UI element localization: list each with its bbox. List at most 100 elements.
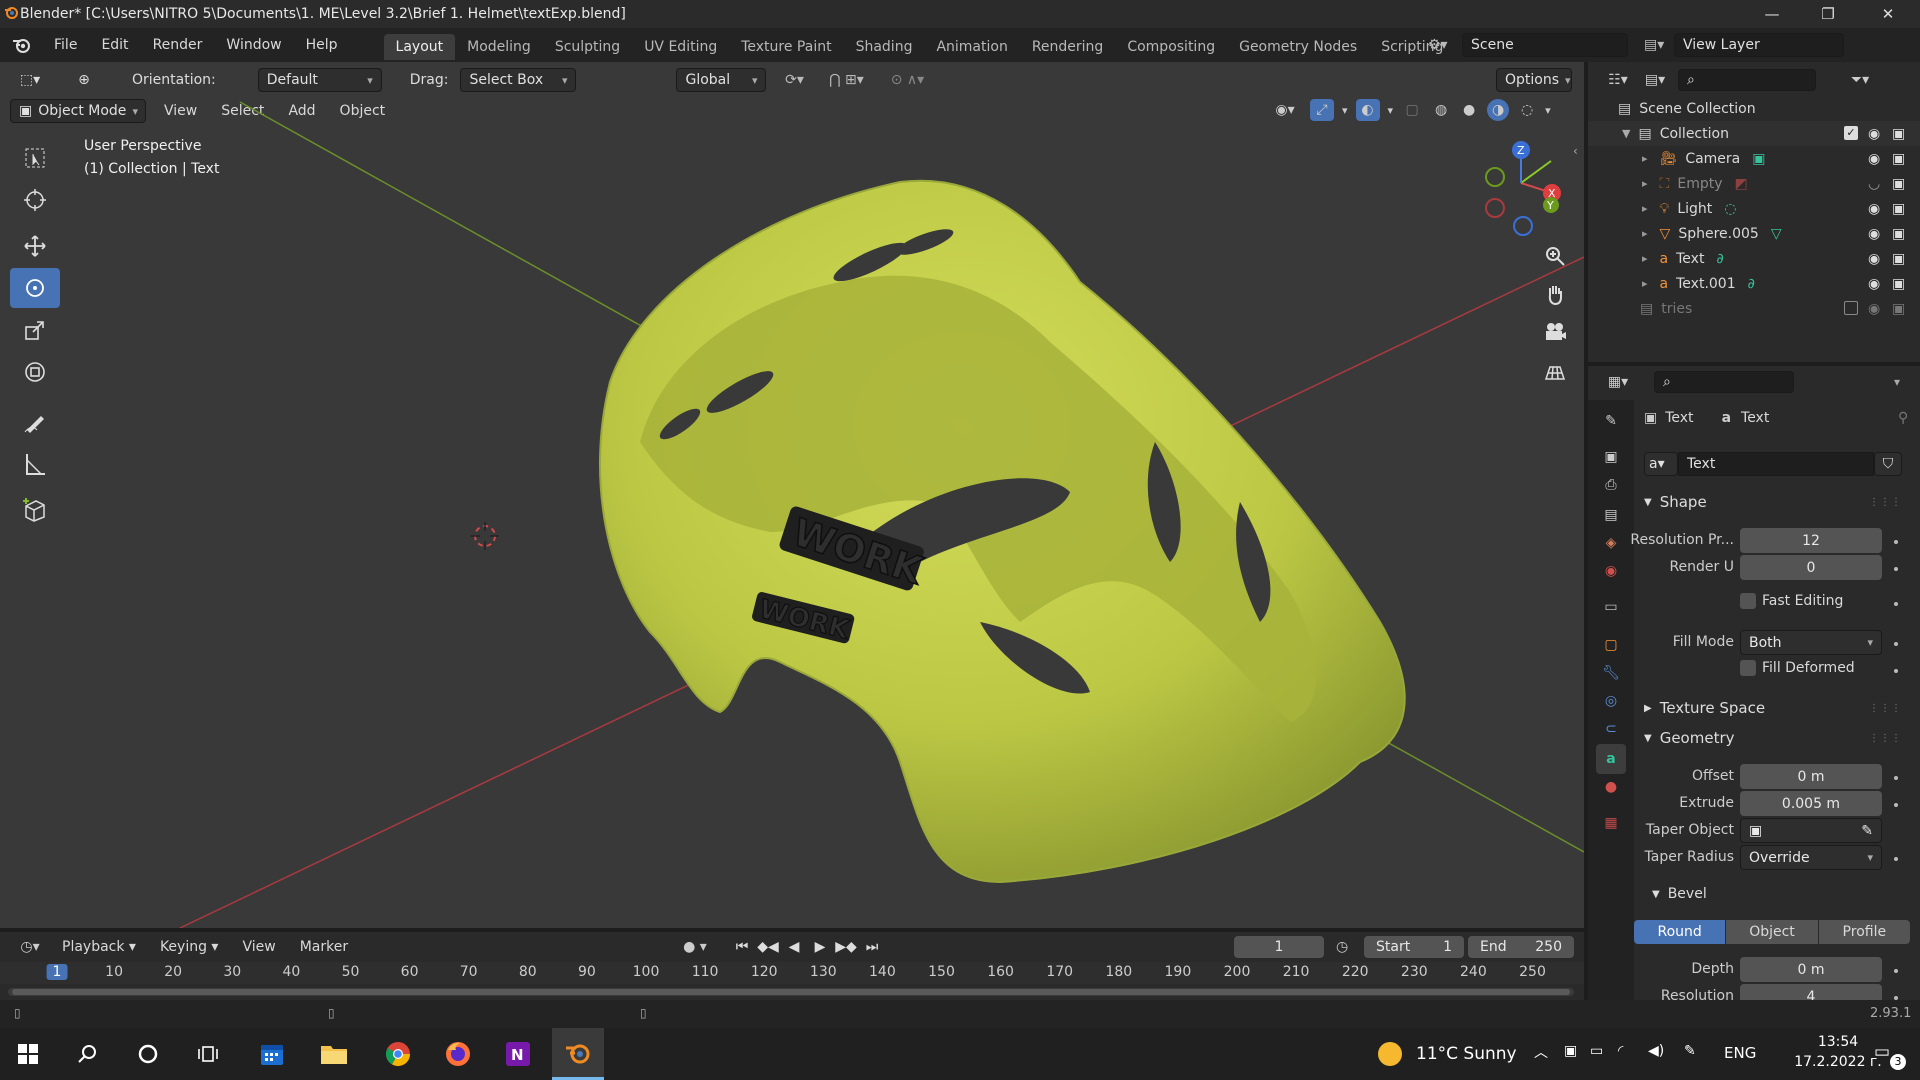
tab-shading[interactable]: Shading [844, 34, 925, 60]
object-data-icon[interactable]: ∂ [1716, 251, 1723, 267]
tool-add-cube-icon[interactable] [10, 490, 60, 530]
fill-deformed-checkbox[interactable]: Fill Deformed [1740, 660, 1855, 676]
outliner-search-input[interactable]: ⌕ [1678, 69, 1816, 91]
text-data-icon[interactable]: a▾ [1644, 452, 1678, 476]
render-camera-icon[interactable]: ▣ [1892, 226, 1905, 242]
visibility-eye-icon[interactable]: ◉ [1868, 151, 1880, 167]
keyframe-dot-icon[interactable] [1894, 540, 1898, 544]
filter-icon[interactable]: ⏷▾ [1842, 72, 1878, 88]
timeline-scrollbar[interactable] [8, 988, 1574, 996]
resolution-field[interactable]: 4 [1740, 984, 1882, 1000]
chrome-icon[interactable] [372, 1028, 424, 1080]
offset-field[interactable]: 0 m [1740, 764, 1882, 789]
expand-arrow-icon[interactable]: ▸ [1642, 252, 1648, 265]
frame-ruler[interactable]: 1 10 20 30 40 50 60 70 80 90 100 110 120 130 140 150 160… [0, 962, 1584, 984]
visibility-eye-icon[interactable]: ◉ [1868, 201, 1880, 217]
render-camera-icon[interactable]: ▣ [1892, 301, 1905, 317]
prev-keyframe-icon[interactable]: ◆◀ [756, 936, 780, 958]
menu-window[interactable]: Window [214, 37, 293, 53]
firefox-icon[interactable] [432, 1028, 484, 1080]
menu-edit[interactable]: Edit [89, 37, 140, 53]
task-view-icon[interactable] [182, 1028, 234, 1080]
scene-selector[interactable]: ⚙▾ Scene [1428, 33, 1638, 57]
checkbox-box[interactable] [1740, 660, 1756, 676]
camera-view-icon[interactable] [1537, 314, 1573, 350]
preview-range-icon[interactable]: ◷ [1336, 939, 1348, 955]
display-mode-icon[interactable]: ▤▾ [1638, 72, 1672, 88]
close-button[interactable]: ✕ [1860, 0, 1916, 28]
3d-viewport[interactable]: ⬚▾ ⊕ Orientation: Default ▾ Drag: Select … [0, 62, 1584, 928]
object-data-icon[interactable]: ◌ [1724, 201, 1736, 217]
view-layer-name-field[interactable]: View Layer [1674, 33, 1844, 57]
editor-type-icon[interactable]: ◷▾ [10, 939, 50, 955]
jump-end-icon[interactable]: ⏭ [860, 936, 884, 958]
battery-icon[interactable]: ▭ [1590, 1043, 1603, 1059]
material-tab-icon[interactable]: ● [1596, 772, 1626, 802]
object-data-icon[interactable]: ∂ [1748, 276, 1755, 292]
resolution-preview-field[interactable]: 12 [1740, 528, 1882, 553]
expand-arrow-icon[interactable]: ▸ [1642, 202, 1648, 215]
visibility-eye-icon[interactable]: ◉ [1868, 126, 1880, 142]
tray-device-icon[interactable]: ▣ [1564, 1043, 1577, 1059]
scrollbar-thumb[interactable] [12, 989, 1570, 995]
current-frame-marker[interactable]: 1 [46, 964, 68, 980]
calendar-app-icon[interactable] [246, 1028, 298, 1080]
keyframe-dot-icon[interactable] [1894, 776, 1898, 780]
expand-arrow-icon[interactable]: ▼ [1622, 127, 1630, 140]
expand-arrow-icon[interactable]: ▸ [1642, 227, 1648, 240]
render-camera-icon[interactable]: ▣ [1892, 126, 1905, 142]
physics-tab-icon[interactable]: ◎ [1596, 686, 1626, 716]
visibility-eye-icon[interactable]: ◉ [1868, 226, 1880, 242]
pin-icon[interactable]: ⚲ [1898, 410, 1908, 426]
tab-uv-editing[interactable]: UV Editing [632, 34, 729, 60]
modifier-tab-icon[interactable]: 🔧︎ [1596, 658, 1626, 688]
datablock-selector[interactable]: a▾ Text ⛉ [1644, 452, 1904, 476]
tool-cursor-icon[interactable] [10, 180, 60, 220]
tray-chevron-up-icon[interactable]: ︿ [1534, 1042, 1548, 1062]
volume-icon[interactable]: ◀) [1648, 1043, 1664, 1059]
wifi-icon[interactable]: ◜ [1618, 1043, 1623, 1059]
outliner-row-scene-collection[interactable]: ▤ Scene Collection [1588, 96, 1920, 121]
constraint-tab-icon[interactable]: ⊂ [1596, 714, 1626, 744]
tool-annotate-icon[interactable] [10, 402, 60, 442]
taper-object-field[interactable]: ▣ ✎ [1740, 818, 1882, 843]
depth-field[interactable]: 0 m [1740, 957, 1882, 982]
eyedropper-icon[interactable]: ✎ [1861, 823, 1873, 839]
outliner-row-text[interactable]: ▸ a Text ∂ ◉ ▣ [1588, 246, 1920, 271]
keyframe-dot-icon[interactable] [1894, 969, 1898, 973]
pen-icon[interactable]: ✎ [1684, 1043, 1696, 1059]
render-camera-icon[interactable]: ▣ [1892, 201, 1905, 217]
object-tab-icon[interactable]: ▢ [1596, 630, 1626, 660]
outliner-row-collection[interactable]: ▼ ▤ Collection ✓ ◉ ▣ [1588, 121, 1920, 146]
editor-type-icon[interactable]: ▦▾ [1598, 374, 1638, 390]
timeline-menu-playback[interactable]: Playback ▾ [50, 939, 148, 955]
weather-text[interactable]: 11°C Sunny [1416, 1044, 1517, 1064]
keyframe-dot-icon[interactable] [1894, 669, 1898, 673]
render-camera-icon[interactable]: ▣ [1892, 251, 1905, 267]
search-icon[interactable] [62, 1028, 114, 1080]
notification-icon[interactable]: ▭ [1874, 1042, 1890, 1062]
expand-arrow-icon[interactable]: ▸ [1642, 177, 1648, 190]
menu-render[interactable]: Render [141, 37, 215, 53]
keyframe-dot-icon[interactable] [1894, 803, 1898, 807]
outliner-row-text-001[interactable]: ▸ a Text.001 ∂ ◉ ▣ [1588, 271, 1920, 296]
visibility-eye-icon[interactable]: ◉ [1868, 251, 1880, 267]
visibility-eye-icon[interactable]: ◡ [1868, 176, 1880, 192]
minimize-button[interactable]: — [1744, 0, 1800, 28]
drag-handle-icon[interactable]: ⋮⋮⋮ [1869, 733, 1902, 744]
editor-type-icon[interactable]: ☷▾ [1598, 72, 1638, 88]
scene-name-field[interactable]: Scene [1462, 33, 1628, 57]
tool-tab-icon[interactable]: ✎ [1596, 406, 1626, 436]
render-camera-icon[interactable]: ▣ [1892, 176, 1905, 192]
timeline-menu-marker[interactable]: Marker [288, 939, 360, 955]
extrude-field[interactable]: 0.005 m [1740, 791, 1882, 816]
tab-texture-paint[interactable]: Texture Paint [729, 34, 843, 60]
tab-rendering[interactable]: Rendering [1020, 34, 1116, 60]
exclude-checkbox[interactable] [1844, 301, 1858, 315]
tab-sculpting[interactable]: Sculpting [543, 34, 632, 60]
section-bevel[interactable]: ▼ Bevel [1652, 880, 1920, 908]
section-shape[interactable]: ▼ Shape ⋮⋮⋮ [1640, 488, 1912, 516]
bevel-mode-round[interactable]: Round [1634, 920, 1726, 944]
expand-arrow-icon[interactable]: ▸ [1642, 277, 1648, 290]
outliner-row-tries[interactable]: ▤ tries ◉ ▣ [1588, 296, 1920, 321]
